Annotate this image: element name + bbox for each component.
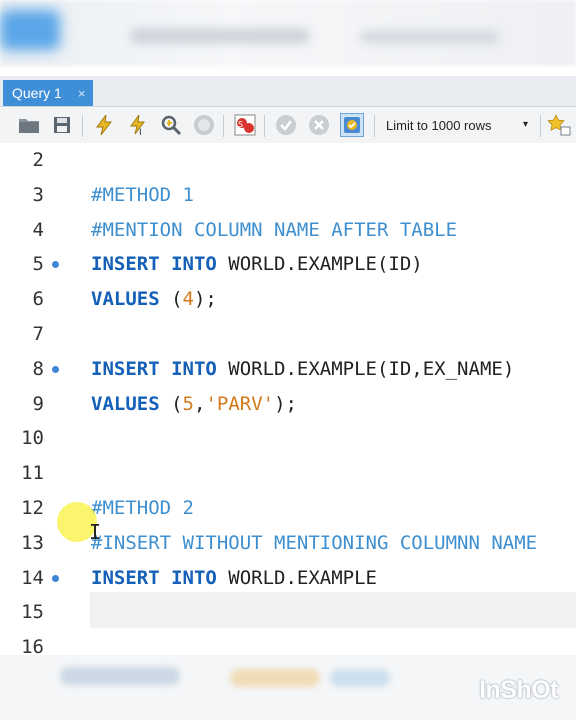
code-token: ( — [159, 288, 183, 311]
line-number: 16 — [21, 636, 44, 655]
code-token: #METHOD 1 — [91, 183, 194, 206]
code-text: INSERT INTO WORLD.EXAMPLE — [91, 561, 377, 595]
tab-query-1[interactable]: Query 1 × — [3, 80, 93, 106]
chevron-down-icon: ▾ — [522, 119, 528, 130]
beautify-icon[interactable] — [547, 113, 571, 137]
code-token: WORLD.EXAMPLE — [216, 566, 377, 589]
explain-icon[interactable] — [159, 113, 183, 137]
line-number: 9 — [32, 392, 44, 415]
code-line[interactable]: 14 INSERT INTO WORLD.EXAMPLE — [0, 561, 576, 595]
code-text: #INSERT WITHOUT MENTIONING COLUMNN NAME — [91, 526, 537, 560]
execute-statement-icon[interactable]: I — [126, 113, 150, 137]
code-text: VALUES (4); — [91, 282, 217, 316]
code-line[interactable]: 6 VALUES (4); — [0, 282, 576, 316]
line-number: 2 — [32, 149, 44, 171]
code-token: ); — [274, 392, 297, 415]
code-line[interactable]: 9 VALUES (5,'PARV'); — [0, 387, 576, 421]
code-token: #INSERT WITHOUT MENTIONING COLUMNN NAME — [91, 531, 538, 554]
code-line[interactable]: 2 — [0, 143, 576, 177]
code-token: WORLD.EXAMPLE(ID,EX_NAME) — [216, 357, 515, 380]
code-text: #MENTION COLUMN NAME AFTER TABLE — [91, 213, 457, 247]
code-token: 'PARV' — [205, 392, 275, 415]
code-token: ( — [159, 392, 183, 415]
code-token: #METHOD 2 — [91, 497, 194, 519]
code-token: WORLD.EXAMPLE(ID) — [216, 253, 423, 276]
line-number: 3 — [32, 183, 44, 206]
autocommit-icon[interactable] — [340, 113, 364, 137]
code-line[interactable]: 16 — [0, 630, 576, 655]
code-token: INSERT INTO — [91, 253, 217, 276]
code-token: , — [193, 392, 206, 415]
svg-text:S: S — [238, 120, 243, 129]
code-line[interactable]: 4 #MENTION COLUMN NAME AFTER TABLE — [0, 213, 576, 247]
code-text: #METHOD 1 — [91, 178, 194, 212]
toggle-results-icon[interactable]: S — [233, 113, 257, 137]
line-number: 14 — [21, 566, 44, 589]
code-line[interactable]: 10 — [0, 421, 576, 455]
open-folder-icon[interactable] — [17, 113, 41, 137]
code-line[interactable]: 3 #METHOD 1 — [0, 178, 576, 212]
code-token: #MENTION COLUMN NAME AFTER TABLE — [91, 218, 458, 241]
code-text: INSERT INTO WORLD.EXAMPLE(ID,EX_NAME) — [91, 352, 514, 386]
stop-icon[interactable] — [192, 113, 216, 137]
line-number: 13 — [21, 531, 44, 554]
code-text: VALUES (5,'PARV'); — [91, 387, 297, 421]
line-number: 8 — [32, 357, 44, 380]
text-cursor-icon: I — [89, 520, 102, 544]
save-icon[interactable] — [50, 113, 74, 137]
code-text: INSERT INTO WORLD.EXAMPLE(ID) — [91, 247, 423, 281]
svg-text:I: I — [139, 128, 142, 136]
watermark-logo: InShOt — [479, 676, 558, 704]
line-number: 6 — [32, 288, 44, 311]
line-number: 7 — [32, 323, 44, 345]
current-line-highlight — [90, 592, 576, 628]
line-number: 11 — [21, 462, 44, 485]
code-line[interactable]: 5 INSERT INTO WORLD.EXAMPLE(ID) — [0, 247, 576, 281]
code-token: VALUES — [91, 288, 160, 311]
sql-editor-toolbar: I S Limit to 1000 rows ▾ — [0, 107, 576, 144]
code-line[interactable]: 7 — [0, 317, 576, 351]
code-token: 4 — [182, 288, 194, 311]
sql-editor[interactable]: 2 3 #METHOD 1 4 #MENTION COLUMN NAME AFTER T… — [0, 143, 576, 655]
blurred-header — [0, 0, 576, 66]
limit-rows-label: Limit to 1000 rows — [386, 117, 492, 133]
limit-rows-select[interactable]: Limit to 1000 rows ▾ — [386, 114, 534, 136]
rollback-icon[interactable] — [307, 113, 331, 137]
line-number: 5 — [32, 253, 44, 276]
query-tab-bar: Query 1 × — [0, 76, 576, 107]
close-tab-icon[interactable]: × — [78, 86, 86, 101]
line-number: 10 — [21, 427, 44, 450]
code-token: INSERT INTO — [91, 566, 217, 589]
code-line[interactable]: 11 — [0, 456, 576, 490]
statement-marker-icon — [52, 261, 59, 269]
execute-icon[interactable] — [92, 113, 116, 137]
line-number: 15 — [21, 601, 44, 624]
code-token: ); — [193, 288, 217, 311]
line-number: 4 — [32, 218, 44, 241]
code-token: 5 — [182, 392, 194, 415]
code-token: VALUES — [91, 392, 160, 415]
code-token: INSERT INTO — [91, 357, 217, 380]
code-line[interactable]: 8 INSERT INTO WORLD.EXAMPLE(ID,EX_NAME) — [0, 352, 576, 386]
commit-icon[interactable] — [274, 113, 298, 137]
tab-label: Query 1 — [12, 85, 62, 101]
statement-marker-icon — [52, 574, 59, 582]
line-number: 12 — [21, 497, 44, 519]
code-text: #METHOD 2 — [91, 491, 194, 525]
statement-marker-icon — [52, 365, 59, 373]
